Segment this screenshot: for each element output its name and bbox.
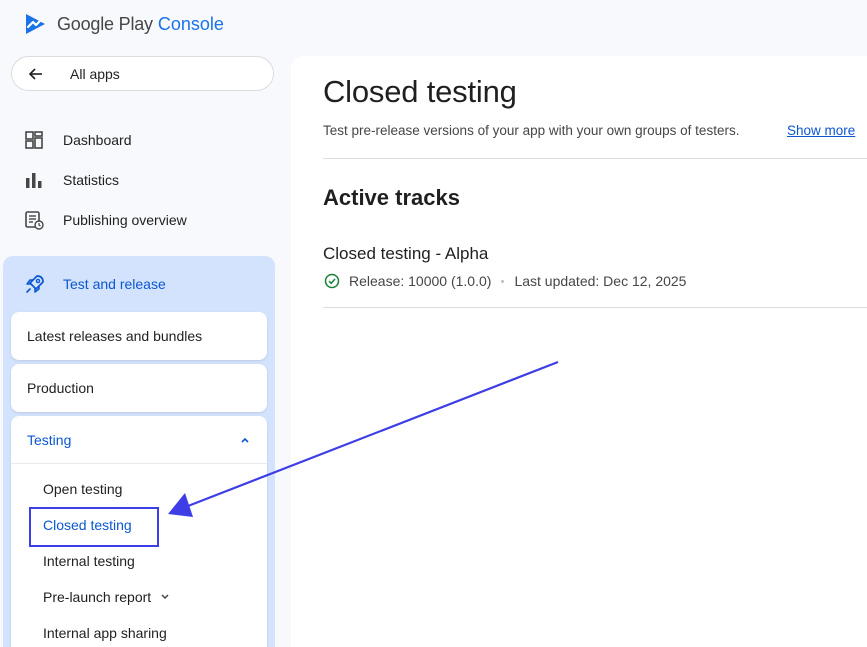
sidebar-subitem-internal-testing[interactable]: Internal testing: [43, 551, 135, 571]
sidebar-item-label: Statistics: [63, 172, 120, 188]
card-label: Latest releases and bundles: [27, 328, 203, 344]
divider: [323, 307, 867, 308]
track-release: Release: 10000 (1.0.0): [349, 273, 492, 289]
sidebar-item-label: Publishing overview: [63, 212, 187, 228]
subitem-label: Internal app sharing: [43, 625, 167, 641]
section-label: Test and release: [63, 276, 166, 292]
arrow-left-icon: [28, 67, 42, 80]
check-circle-icon: [324, 273, 340, 289]
show-more-link[interactable]: Show more: [787, 123, 855, 138]
card-production[interactable]: Production: [11, 364, 267, 412]
testing-toggle[interactable]: Testing: [11, 416, 267, 464]
track-meta: Release: 10000 (1.0.0) Last updated: Dec…: [324, 272, 686, 290]
sidebar-item-label: Dashboard: [63, 132, 132, 148]
rocket-icon: [26, 275, 44, 293]
all-apps-button[interactable]: All apps: [11, 56, 274, 91]
chevron-down-icon: [161, 594, 169, 600]
annotation-highlight-box: [29, 507, 159, 547]
track-name[interactable]: Closed testing - Alpha: [323, 244, 488, 264]
chevron-up-icon: [241, 437, 249, 443]
play-console-logo: [26, 14, 45, 34]
sidebar-item-publishing-overview[interactable]: Publishing overview: [24, 208, 187, 232]
bar-chart-icon: [26, 173, 42, 188]
separator-dot: [501, 279, 505, 283]
track-last-updated: Last updated: Dec 12, 2025: [514, 273, 687, 289]
page-title: Closed testing: [323, 74, 517, 109]
subitem-label: Pre-launch report: [43, 589, 152, 605]
section-title: Active tracks: [323, 185, 460, 210]
sidebar-subitem-internal-app-sharing[interactable]: Internal app sharing: [43, 623, 167, 643]
page-subtitle: Test pre-release versions of your app wi…: [323, 123, 740, 138]
sidebar-subitem-pre-launch-report[interactable]: Pre-launch report: [43, 587, 171, 607]
divider: [323, 158, 867, 159]
subitem-label: Open testing: [43, 481, 123, 497]
all-apps-label: All apps: [70, 65, 120, 82]
brand[interactable]: Google Play Console: [24, 11, 224, 37]
brand-console: Console: [157, 13, 224, 34]
dashboard-icon: [25, 131, 43, 149]
card-latest-releases[interactable]: Latest releases and bundles: [11, 312, 267, 360]
card-label: Production: [27, 380, 94, 396]
subitem-label: Internal testing: [43, 553, 135, 569]
sidebar-item-test-and-release[interactable]: Test and release: [24, 272, 166, 296]
sidebar-item-dashboard[interactable]: Dashboard: [24, 128, 132, 152]
brand-google: Google Play: [57, 13, 153, 34]
sidebar-item-statistics[interactable]: Statistics: [24, 168, 119, 192]
publishing-overview-icon: [25, 211, 44, 230]
sidebar-subitem-open-testing[interactable]: Open testing: [43, 479, 122, 499]
main-content: [291, 56, 867, 647]
testing-label: Testing: [27, 431, 72, 448]
